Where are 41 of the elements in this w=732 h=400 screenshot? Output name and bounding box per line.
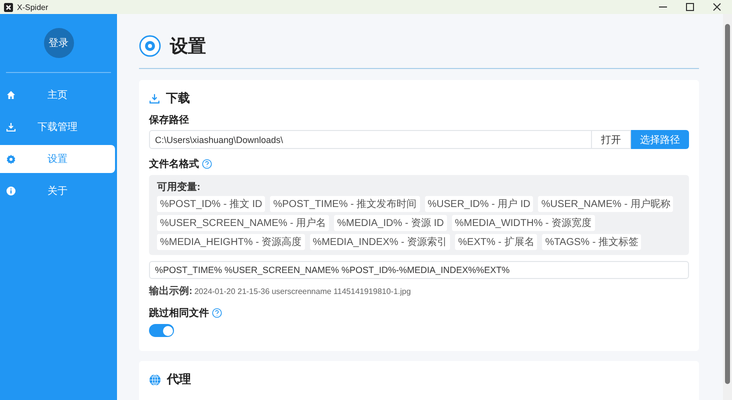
section-title: 下载 — [166, 90, 190, 107]
variable-tag: %TAGS% - 推文标签 — [542, 234, 642, 250]
variable-tag: %USER_NAME% - 用户昵称 — [538, 196, 674, 212]
variable-tag: %MEDIA_WIDTH% - 资源宽度 — [452, 215, 595, 231]
save-path-field[interactable]: C:\Users\xiashuang\Downloads\ — [149, 130, 592, 149]
nav-item[interactable]: 关于 — [0, 177, 115, 205]
nav-item[interactable]: 设置 — [0, 145, 115, 173]
maximize-icon[interactable] — [685, 2, 695, 12]
section-title: 代理 — [167, 371, 191, 388]
example-label: 输出示例: — [149, 286, 192, 297]
close-icon[interactable] — [712, 2, 722, 12]
field-label: 保存路径 — [149, 114, 190, 127]
download-icon — [149, 93, 160, 104]
field-label: 文件名格式 — [149, 158, 199, 171]
login-button[interactable]: 登录 — [44, 28, 74, 58]
nav-item[interactable]: 主页 — [0, 81, 115, 109]
variable-tag: %MEDIA_INDEX% - 资源索引 — [310, 234, 450, 250]
download-icon — [6, 122, 16, 132]
variable-tag: %MEDIA_ID% - 资源 ID — [334, 215, 447, 231]
choose-path-button[interactable]: 选择路径 — [631, 130, 689, 149]
variable-tag: %POST_TIME% - 推文发布时间 — [270, 196, 420, 212]
open-button[interactable]: 打开 — [592, 130, 631, 149]
page-title: 设置 — [170, 35, 206, 58]
app-logo-icon — [4, 2, 13, 12]
variable-tag: %EXT% - 扩展名 — [455, 234, 538, 250]
info-icon — [6, 186, 16, 196]
variable-tag: %USER_SCREEN_NAME% - 用户名 — [157, 215, 330, 231]
variable-tag: %USER_ID% - 用户 ID — [424, 196, 534, 212]
field-label: 跳过相同文件 — [149, 306, 209, 320]
variable-tag: %MEDIA_HEIGHT% - 资源高度 — [157, 234, 305, 250]
help-icon[interactable] — [212, 308, 222, 318]
help-icon[interactable] — [202, 159, 212, 169]
toggle-switch[interactable] — [149, 324, 174, 337]
variable-tag: %POST_ID% - 推文 ID — [157, 196, 266, 212]
window-title: X-Spider — [17, 2, 48, 12]
filename-format-field[interactable]: %POST_TIME% %USER_SCREEN_NAME% %POST_ID%-%MEDIA_INDEX%%EXT% — [149, 261, 689, 279]
example-output: 2024-01-20 21-15-36 userscreenname 1145141919810-1.jpg — [194, 287, 411, 296]
nav-item[interactable]: 下载管理 — [0, 113, 115, 141]
globe-icon — [149, 374, 161, 386]
home-icon — [6, 90, 16, 100]
variables-title: 可用变量: — [157, 180, 202, 194]
